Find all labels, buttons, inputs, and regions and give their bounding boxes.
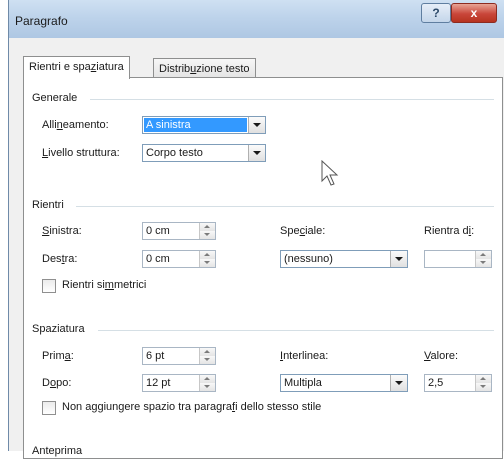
special-indent-value: (nessuno) — [284, 253, 333, 265]
alignment-label: Allineamento: — [42, 119, 109, 131]
mirror-indents-checkbox[interactable] — [42, 279, 56, 293]
mirror-indents-label: Rientri simmetrici — [62, 279, 147, 291]
indent-left-label: Sinistra: — [42, 225, 82, 237]
outline-level-select[interactable]: Corpo testo — [142, 144, 266, 162]
spin-down-icon[interactable] — [200, 259, 215, 267]
section-title-preview: Anteprima — [32, 445, 83, 457]
tab-panel: Generale Allineamento: A sinistra Livell… — [23, 77, 503, 459]
divider — [76, 206, 494, 207]
tab-text-flow[interactable]: Distribuzione testo — [153, 58, 256, 79]
indent-left-input[interactable]: 0 cm — [142, 222, 216, 240]
line-spacing-at-input[interactable]: 2,5 — [424, 374, 492, 392]
special-indent-select[interactable]: (nessuno) — [280, 250, 408, 268]
outline-level-value: Corpo testo — [146, 147, 203, 159]
spacing-before-input[interactable]: 6 pt — [142, 347, 216, 365]
tab-indents-spacing[interactable]: Rientri e spaziatura — [23, 56, 130, 79]
spacing-before-label: Prima: — [42, 350, 74, 362]
paragraph-dialog: Paragrafo ? x Rientri e spaziatura Distr… — [8, 0, 504, 459]
indent-right-input[interactable]: 0 cm — [142, 250, 216, 268]
alignment-value: A sinistra — [144, 118, 247, 132]
chevron-down-icon[interactable] — [390, 251, 407, 267]
close-icon: x — [470, 6, 478, 20]
chevron-down-icon[interactable] — [248, 145, 265, 161]
outline-level-label: Livello struttura: — [42, 147, 120, 159]
divider — [98, 330, 494, 331]
indent-right-label: Destra: — [42, 253, 78, 265]
window-title: Paragrafo — [15, 14, 68, 28]
alignment-select[interactable]: A sinistra — [142, 116, 266, 134]
line-spacing-label: Interlinea: — [280, 350, 329, 362]
no-space-same-style-checkbox[interactable] — [42, 401, 56, 415]
indent-by-input[interactable] — [424, 250, 492, 268]
line-spacing-select[interactable]: Multipla — [280, 374, 408, 392]
chevron-down-icon[interactable] — [390, 375, 407, 391]
line-spacing-value: Multipla — [284, 377, 322, 389]
spacing-after-label: Dopo: — [42, 377, 72, 389]
spin-down-icon[interactable] — [200, 231, 215, 239]
spacing-after-input[interactable]: 12 pt — [142, 374, 216, 392]
chevron-down-icon[interactable] — [248, 117, 265, 133]
no-space-same-style-label: Non aggiungere spazio tra paragrafi dell… — [62, 401, 322, 413]
section-title-spacing: Spaziatura — [32, 323, 85, 335]
spin-down-icon[interactable] — [476, 259, 491, 267]
spin-down-icon[interactable] — [200, 383, 215, 391]
mouse-pointer-icon — [321, 160, 339, 186]
spin-down-icon[interactable] — [476, 383, 491, 391]
title-bar: Paragrafo ? x — [9, 0, 504, 38]
help-icon: ? — [432, 6, 440, 20]
help-button[interactable]: ? — [421, 3, 451, 23]
spin-down-icon[interactable] — [200, 356, 215, 364]
line-spacing-at-label: Valore: — [424, 350, 459, 362]
close-button[interactable]: x — [451, 3, 497, 23]
section-title-general: Generale — [32, 92, 78, 104]
divider — [90, 99, 494, 100]
section-title-indentation: Rientri — [32, 199, 64, 211]
indent-by-label: Rientra di: — [424, 225, 475, 237]
special-indent-label: Speciale: — [280, 225, 326, 237]
